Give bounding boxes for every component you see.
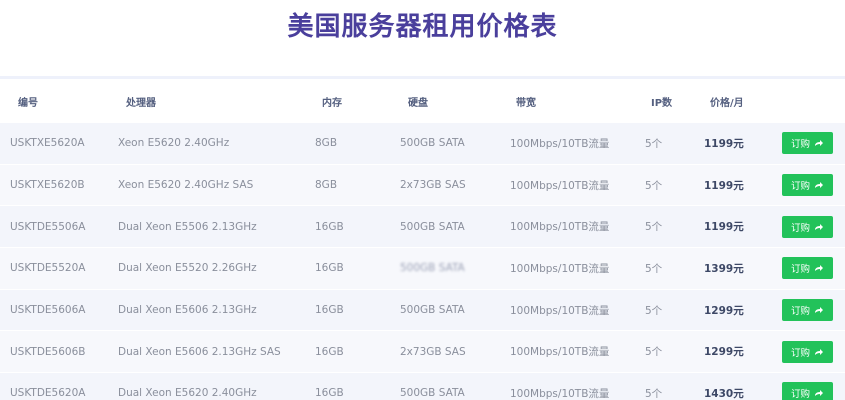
row-disk: 2x73GB SAS — [400, 179, 466, 192]
price-table: 编号 处理器 内存 硬盘 带宽 IP数 价格/月 USKTXE5620A Xeo… — [0, 76, 845, 400]
row-price: 1299元 — [704, 346, 744, 359]
row-price: 1199元 — [704, 179, 744, 192]
row-ip: 5个 — [645, 304, 663, 317]
row-ip: 5个 — [645, 346, 663, 359]
buy-button-label: 订购 — [790, 306, 810, 318]
header-price: 价格/月 — [710, 97, 744, 109]
row-price: 1199元 — [704, 221, 744, 234]
share-arrow-icon — [815, 182, 823, 189]
row-ip: 5个 — [645, 387, 663, 400]
share-arrow-icon — [815, 348, 823, 355]
row-cpu: Xeon E5620 2.40GHz — [118, 137, 230, 150]
row-cpu: Dual Xeon E5606 2.13GHz SAS — [118, 345, 281, 358]
buy-button[interactable]: 订购 — [782, 340, 833, 363]
row-cpu: Xeon E5620 2.40GHz SAS — [118, 179, 254, 192]
row-disk: 500GB SATA — [400, 220, 465, 233]
row-buy-cell: 订购 — [782, 123, 833, 164]
buy-button-label: 订购 — [790, 181, 810, 193]
table-row: USKTDE5520A Dual Xeon E5520 2.26GHz 16GB… — [0, 248, 845, 290]
row-id: USKTXE5620B — [10, 179, 85, 192]
row-bandwidth: 100Mbps/10TB流量 — [510, 304, 610, 317]
buy-button[interactable]: 订购 — [782, 382, 833, 400]
buy-button[interactable]: 订购 — [782, 215, 833, 238]
row-cpu: Dual Xeon E5606 2.13GHz — [118, 304, 257, 317]
row-memory: 8GB — [315, 137, 338, 150]
row-disk: 2x73GB SAS — [400, 345, 466, 358]
row-disk: 500GB SATA — [400, 387, 465, 400]
share-arrow-icon — [815, 223, 823, 230]
row-memory: 16GB — [315, 262, 344, 275]
table-row: USKTDE5620A Dual Xeon E5620 2.40GHz 16GB… — [0, 373, 845, 400]
row-memory: 16GB — [315, 220, 344, 233]
share-arrow-icon — [815, 140, 823, 147]
table-row: USKTDE5506A Dual Xeon E5506 2.13GHz 16GB… — [0, 206, 845, 249]
buy-button[interactable]: 订购 — [782, 257, 833, 280]
table-row: USKTDE5606B Dual Xeon E5606 2.13GHz SAS … — [0, 331, 845, 374]
row-ip: 5个 — [645, 221, 663, 234]
header-memory: 内存 — [322, 97, 342, 109]
row-price: 1399元 — [704, 262, 744, 275]
row-cpu: Dual Xeon E5620 2.40GHz — [118, 387, 257, 400]
row-buy-cell: 订购 — [782, 290, 833, 331]
table-header: 编号 处理器 内存 硬盘 带宽 IP数 价格/月 — [0, 76, 845, 123]
row-cpu: Dual Xeon E5520 2.26GHz — [118, 262, 257, 275]
header-ip: IP数 — [651, 97, 673, 109]
share-arrow-icon — [815, 307, 823, 314]
row-cpu: Dual Xeon E5506 2.13GHz — [118, 220, 257, 233]
price-table-page: 美国服务器租用价格表 编号 处理器 内存 硬盘 带宽 IP数 价格/月 USKT… — [0, 0, 845, 400]
row-memory: 16GB — [315, 304, 344, 317]
row-disk: 500GB SATA — [400, 262, 465, 275]
row-id: USKTDE5520A — [10, 262, 86, 275]
row-bandwidth: 100Mbps/10TB流量 — [510, 179, 610, 192]
row-price: 1199元 — [704, 137, 744, 150]
row-ip: 5个 — [645, 137, 663, 150]
row-buy-cell: 订购 — [782, 373, 833, 400]
buy-button-label: 订购 — [790, 139, 810, 151]
row-ip: 5个 — [645, 179, 663, 192]
row-buy-cell: 订购 — [782, 206, 833, 247]
row-memory: 8GB — [315, 179, 338, 192]
table-row: USKTXE5620B Xeon E5620 2.40GHz SAS 8GB 2… — [0, 164, 845, 207]
row-price: 1430元 — [704, 387, 744, 400]
row-buy-cell: 订购 — [782, 331, 833, 372]
row-id: USKTXE5620A — [10, 137, 85, 150]
row-bandwidth: 100Mbps/10TB流量 — [510, 387, 610, 400]
share-arrow-icon — [815, 390, 823, 397]
share-arrow-icon — [815, 265, 823, 272]
table-row: USKTXE5620A Xeon E5620 2.40GHz 8GB 500GB… — [0, 123, 845, 165]
header-disk: 硬盘 — [408, 97, 428, 109]
buy-button-label: 订购 — [790, 222, 810, 234]
buy-button[interactable]: 订购 — [782, 132, 833, 155]
buy-button-label: 订购 — [790, 389, 810, 400]
row-disk: 500GB SATA — [400, 304, 465, 317]
row-bandwidth: 100Mbps/10TB流量 — [510, 137, 610, 150]
row-bandwidth: 100Mbps/10TB流量 — [510, 221, 610, 234]
row-bandwidth: 100Mbps/10TB流量 — [510, 262, 610, 275]
row-price: 1299元 — [704, 304, 744, 317]
buy-button[interactable]: 订购 — [782, 299, 833, 322]
row-id: USKTDE5606A — [10, 304, 86, 317]
header-cpu: 处理器 — [126, 97, 156, 109]
buy-button[interactable]: 订购 — [782, 174, 833, 197]
row-ip: 5个 — [645, 262, 663, 275]
row-buy-cell: 订购 — [782, 248, 833, 289]
buy-button-label: 订购 — [790, 264, 810, 276]
row-id: USKTDE5606B — [10, 345, 86, 358]
page-title: 美国服务器租用价格表 — [287, 12, 558, 42]
row-id: USKTDE5506A — [10, 220, 86, 233]
header-id: 编号 — [18, 97, 38, 109]
row-disk: 500GB SATA — [400, 137, 465, 150]
row-buy-cell: 订购 — [782, 165, 833, 206]
buy-button-label: 订购 — [790, 347, 810, 359]
row-memory: 16GB — [315, 387, 344, 400]
row-bandwidth: 100Mbps/10TB流量 — [510, 346, 610, 359]
row-memory: 16GB — [315, 345, 344, 358]
row-id: USKTDE5620A — [10, 387, 86, 400]
header-bandwidth: 带宽 — [516, 97, 536, 109]
table-row: USKTDE5606A Dual Xeon E5606 2.13GHz 16GB… — [0, 289, 845, 332]
